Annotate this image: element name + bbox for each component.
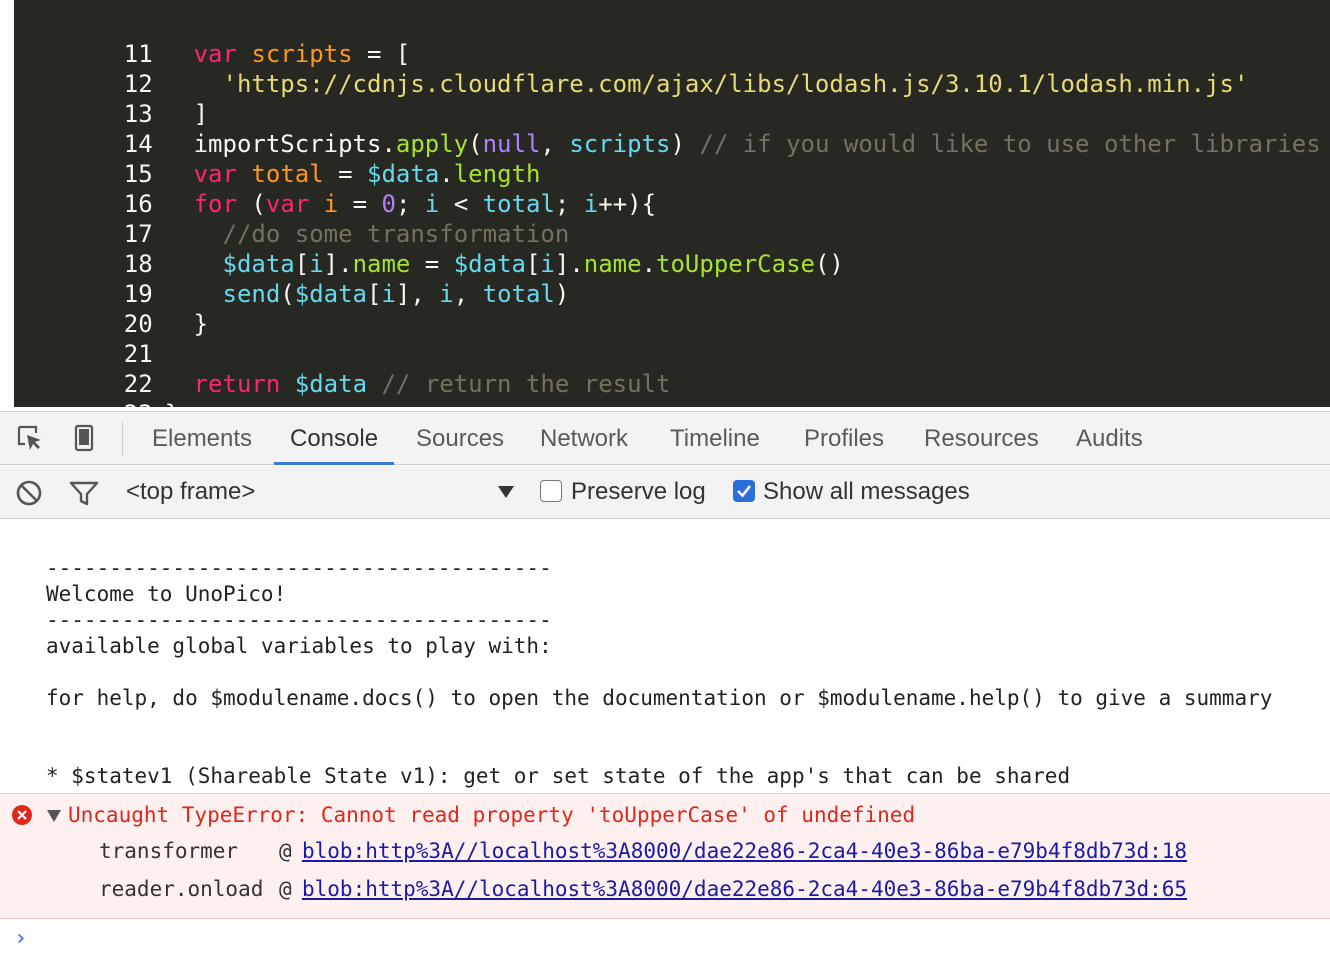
tab-resources[interactable]: Resources — [908, 412, 1055, 465]
code-text: } — [193, 310, 209, 338]
expand-triangle-icon[interactable] — [46, 808, 62, 824]
variable: total — [482, 280, 555, 308]
inspect-icon[interactable] — [16, 424, 44, 452]
tab-console[interactable]: Console — [274, 412, 395, 465]
console-output[interactable]: ----------------------------------------… — [0, 519, 1330, 962]
code-text: , — [453, 280, 483, 308]
clear-console-icon[interactable] — [15, 479, 43, 507]
console-message: * $statev1 (Shareable State v1): get or … — [46, 764, 1071, 788]
code-text: [ — [367, 280, 382, 308]
stack-function: transformer — [99, 839, 239, 863]
device-mode-icon[interactable] — [70, 424, 98, 452]
frame-select[interactable]: <top frame> — [126, 466, 255, 518]
console-message: for help, do $modulename.docs() to open … — [46, 686, 1273, 710]
console-prompt[interactable]: › — [14, 926, 27, 952]
code-editor-panel[interactable]: 11 var scripts = [ 12 'https://cdnjs.clo… — [14, 0, 1330, 407]
tab-profiles[interactable]: Profiles — [788, 412, 900, 465]
console-message: ---------------------------------------- — [46, 608, 552, 632]
comment: // if you would like to use other librar… — [699, 130, 1321, 158]
line-number: 23 — [101, 399, 153, 407]
dropdown-arrow-icon[interactable] — [496, 482, 516, 502]
error-message[interactable]: Uncaught TypeError: Cannot read property… — [0, 793, 1330, 919]
preserve-log-checkbox[interactable] — [540, 480, 562, 502]
variable: $data — [294, 280, 367, 308]
variable: i — [439, 280, 454, 308]
string-literal: 'https://cdnjs.cloudflare.com/ajax/libs/… — [222, 70, 1249, 98]
code-text: } — [165, 400, 179, 407]
tab-network[interactable]: Network — [524, 412, 644, 465]
variable: i — [381, 280, 396, 308]
checkmark-icon — [737, 485, 752, 498]
code-line-21: 21 — [14, 309, 165, 368]
code-line-18: 18 $data[i].name = $data[i].name.toUpper… — [14, 219, 844, 278]
stack-function: reader.onload — [99, 877, 264, 901]
console-toolbar: <top frame> Preserve log Show all messag… — [0, 466, 1330, 519]
property: name — [583, 250, 642, 278]
comment: // return the result — [367, 370, 671, 398]
stack-at: @ — [279, 839, 292, 863]
preserve-log-label[interactable]: Preserve log — [571, 466, 706, 518]
tab-timeline[interactable]: Timeline — [654, 412, 776, 465]
console-message: available global variables to play with: — [46, 634, 552, 658]
code-line-11: 11 var scripts = [ — [14, 9, 411, 68]
function-name: send — [222, 280, 281, 308]
keyword: return — [193, 370, 281, 398]
code-text: ) — [554, 280, 570, 308]
devtools-tab-bar: Elements Console Sources Network Timelin… — [0, 411, 1330, 465]
variable: $data — [294, 370, 368, 398]
tab-elements[interactable]: Elements — [136, 412, 268, 465]
code-line-13: 13 ] — [14, 69, 208, 128]
error-title: Uncaught TypeError: Cannot read property… — [68, 803, 916, 827]
code-text: ( — [280, 280, 295, 308]
code-text: ], — [395, 280, 440, 308]
variable: scripts — [569, 130, 671, 158]
code-line-20: 20 } — [14, 279, 208, 338]
code-text: ++){ — [598, 190, 657, 218]
code-text: ) — [670, 130, 700, 158]
code-editor[interactable]: 11 var scripts = [ 12 'https://cdnjs.clo… — [0, 0, 1330, 407]
code-line-17: 17 //do some transformation — [14, 189, 569, 248]
code-text: () — [814, 250, 844, 278]
code-text: . — [641, 250, 657, 278]
code-line-16: 16 for (var i = 0; i < total; i++){ — [14, 159, 656, 218]
divider — [122, 422, 123, 456]
variable: i — [583, 190, 599, 218]
code-line-14: 14 importScripts.apply(null, scripts) //… — [14, 99, 1321, 158]
code-line-15: 15 var total = $data.length — [14, 129, 541, 188]
show-all-messages-label[interactable]: Show all messages — [763, 466, 970, 518]
tab-audits[interactable]: Audits — [1060, 412, 1159, 465]
console-message: ---------------------------------------- — [46, 556, 552, 580]
stack-source-link[interactable]: blob:http%3A//localhost%3A8000/dae22e86-… — [302, 876, 1187, 902]
code-line-22: 22 return $data // return the result — [14, 339, 671, 398]
stack-at: @ — [279, 877, 292, 901]
filter-icon[interactable] — [69, 479, 99, 507]
show-all-messages-checkbox[interactable] — [733, 480, 755, 502]
error-icon — [11, 804, 33, 826]
stack-source-link[interactable]: blob:http%3A//localhost%3A8000/dae22e86-… — [302, 838, 1187, 864]
console-message: Welcome to UnoPico! — [46, 582, 287, 606]
tab-sources[interactable]: Sources — [400, 412, 520, 465]
code-line-19: 19 send($data[i], i, total) — [14, 249, 570, 308]
function-name: toUpperCase — [656, 250, 815, 278]
code-line-23: 23} — [14, 369, 179, 407]
code-line-12: 12 'https://cdnjs.cloudflare.com/ajax/li… — [14, 39, 1249, 98]
code-text: , — [540, 130, 570, 158]
